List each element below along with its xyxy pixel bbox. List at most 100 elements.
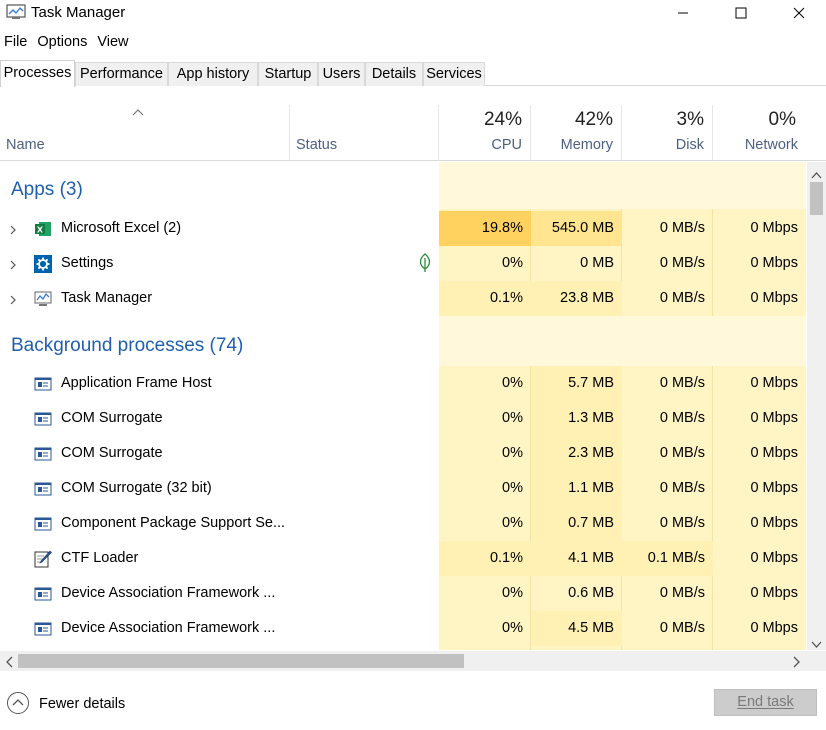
cpu-value: 0% xyxy=(502,410,523,426)
suspended-leaf-icon xyxy=(418,253,432,273)
column-header-name[interactable]: Name xyxy=(0,105,290,161)
memory-total-percent: 42% xyxy=(574,109,613,130)
tab-app-history[interactable]: App history xyxy=(168,62,258,86)
cpu-value: 0% xyxy=(502,515,523,531)
window-title: Task Manager xyxy=(31,4,126,21)
memory-value: 0.6 MB xyxy=(568,585,614,601)
cpu-value: 0.1% xyxy=(439,541,531,576)
cpu-value: 0% xyxy=(502,480,523,496)
task-manager-icon xyxy=(34,290,52,308)
cpu-value: 19.8% xyxy=(439,211,531,246)
tab-details[interactable]: Details xyxy=(365,62,423,86)
process-name: Device Association Framework ... xyxy=(61,585,276,601)
close-button[interactable] xyxy=(770,0,826,28)
chevron-right-icon[interactable] xyxy=(8,223,18,235)
settings-gear-icon xyxy=(34,255,52,273)
generic-process-icon xyxy=(34,445,52,463)
network-value: 0 Mbps xyxy=(750,620,798,636)
table-row[interactable]: Settings 0% 0 MB 0 MB/s 0 Mbps xyxy=(0,246,806,281)
tab-performance[interactable]: Performance xyxy=(75,62,168,86)
table-row[interactable]: COM Surrogate 0% 2.3 MB 0 MB/s 0 Mbps xyxy=(0,436,806,471)
tab-processes[interactable]: Processes xyxy=(0,60,75,87)
scroll-up-icon[interactable] xyxy=(811,166,822,182)
group-header-apps[interactable]: Apps (3) xyxy=(0,162,806,209)
column-header-disk[interactable]: 3% Disk xyxy=(622,105,713,161)
group-row-bg xyxy=(439,162,806,209)
maximize-icon xyxy=(735,6,747,22)
horizontal-scrollbar[interactable] xyxy=(0,651,807,671)
table-row[interactable]: COM Surrogate (32 bit) 0% 1.1 MB 0 MB/s … xyxy=(0,471,806,506)
cpu-value: 0% xyxy=(502,375,523,391)
memory-value: 1.3 MB xyxy=(531,401,622,436)
process-name: Device Association Framework ... xyxy=(61,620,276,636)
scroll-right-icon[interactable] xyxy=(793,655,801,671)
process-name: CTF Loader xyxy=(61,550,139,566)
scroll-left-icon[interactable] xyxy=(5,655,13,671)
disk-value: 0 MB/s xyxy=(659,410,705,426)
process-list: Apps (3) X Microsoft Excel (2) 19.8% 545… xyxy=(0,162,806,650)
disk-value: 0 MB/s xyxy=(659,445,705,461)
end-task-button[interactable]: End task xyxy=(714,689,817,716)
group-header-background[interactable]: Background processes (74) xyxy=(0,316,806,366)
process-name: COM Surrogate xyxy=(61,410,163,426)
menu-file[interactable]: File xyxy=(0,31,32,53)
network-value: 0 Mbps xyxy=(750,480,798,496)
table-row[interactable]: COM Surrogate 0% 1.3 MB 0 MB/s 0 Mbps xyxy=(0,401,806,436)
memory-value: 0.7 MB xyxy=(531,506,622,541)
network-value: 0 Mbps xyxy=(750,290,798,306)
table-row[interactable]: Component Package Support Se... 0% 0.7 M… xyxy=(0,506,806,541)
cpu-value: 0% xyxy=(502,255,523,271)
column-status-label: Status xyxy=(296,137,338,153)
title-bar[interactable]: Task Manager xyxy=(0,0,826,28)
network-value: 0 Mbps xyxy=(750,220,798,236)
network-value: 0 Mbps xyxy=(750,255,798,271)
table-row[interactable]: Application Frame Host 0% 5.7 MB 0 MB/s … xyxy=(0,366,806,401)
group-title-background: Background processes (74) xyxy=(11,335,244,356)
column-header-status[interactable]: Status xyxy=(290,105,439,161)
network-value: 0 Mbps xyxy=(750,550,798,566)
scroll-corner xyxy=(807,651,826,671)
scroll-down-icon[interactable] xyxy=(811,636,822,652)
disk-value: 0 MB/s xyxy=(659,585,705,601)
disk-value: 0 MB/s xyxy=(659,620,705,636)
column-name-label: Name xyxy=(6,137,45,153)
tab-users[interactable]: Users xyxy=(318,62,365,86)
cpu-value: 0% xyxy=(502,585,523,601)
minimize-icon xyxy=(677,6,689,22)
minimize-button[interactable] xyxy=(654,0,712,28)
disk-value: 0.1 MB/s xyxy=(622,541,713,576)
cpu-value: 0.1% xyxy=(439,281,531,316)
process-name: Settings xyxy=(61,255,114,271)
chevron-right-icon[interactable] xyxy=(8,258,18,270)
column-header-cpu[interactable]: 24% CPU xyxy=(439,105,531,161)
table-row[interactable]: CTF Loader 0.1% 4.1 MB 0.1 MB/s 0 Mbps xyxy=(0,541,806,576)
memory-value: 23.8 MB xyxy=(531,281,622,316)
generic-process-icon xyxy=(34,515,52,533)
column-header-network[interactable]: 0% Network xyxy=(713,105,826,161)
disk-value: 0 MB/s xyxy=(659,290,705,306)
table-row[interactable]: Task Manager 0.1% 23.8 MB 0 MB/s 0 Mbps xyxy=(0,281,806,316)
disk-value: 0 MB/s xyxy=(659,255,705,271)
disk-total-percent: 3% xyxy=(676,109,704,130)
generic-process-icon xyxy=(34,480,52,498)
vertical-scroll-thumb[interactable] xyxy=(810,182,823,215)
cpu-value: 0% xyxy=(502,620,523,636)
memory-value: 545.0 MB xyxy=(531,211,622,246)
tab-services[interactable]: Services xyxy=(423,62,485,86)
network-value: 0 Mbps xyxy=(750,445,798,461)
fewer-details-button[interactable]: Fewer details xyxy=(6,691,125,716)
process-name: Component Package Support Se... xyxy=(61,515,286,531)
menu-options[interactable]: Options xyxy=(32,31,92,53)
column-cpu-label: CPU xyxy=(491,137,522,153)
horizontal-scroll-thumb[interactable] xyxy=(18,654,464,668)
chevron-right-icon[interactable] xyxy=(8,293,18,305)
column-header-memory[interactable]: 42% Memory xyxy=(531,105,622,161)
maximize-button[interactable] xyxy=(712,0,770,28)
table-row[interactable]: Device Association Framework ... 0% 0.6 … xyxy=(0,576,806,611)
vertical-scrollbar[interactable] xyxy=(807,162,826,650)
menu-view[interactable]: View xyxy=(92,31,133,53)
table-row[interactable]: Device Association Framework ... 0% 4.5 … xyxy=(0,611,806,646)
tab-startup[interactable]: Startup xyxy=(258,62,318,86)
table-row[interactable]: X Microsoft Excel (2) 19.8% 545.0 MB 0 M… xyxy=(0,211,806,246)
disk-value: 0 MB/s xyxy=(659,220,705,236)
